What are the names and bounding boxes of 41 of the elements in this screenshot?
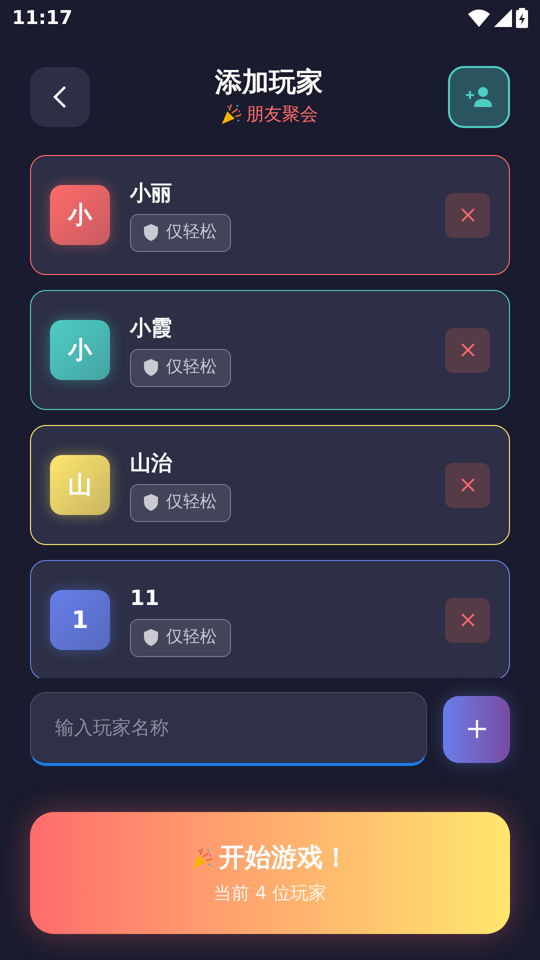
close-icon [460,613,474,627]
add-button[interactable] [443,696,510,762]
remove-button[interactable] [445,462,490,508]
shield-icon [144,494,158,512]
difficulty-label: 仅轻松 [166,491,217,514]
remove-button[interactable] [445,192,490,238]
player-avatar: 山 [50,455,110,515]
player-avatar: 小 [50,320,110,380]
shield-icon [144,359,158,376]
difficulty-label: 仅轻松 [166,221,217,244]
shield-icon [144,224,158,242]
player-count-caption: 当前 4 位玩家 [214,882,326,906]
close-icon [460,208,474,222]
back-icon [53,84,67,108]
player-avatar: 1 [50,590,110,650]
shield-icon [144,629,158,646]
remove-button[interactable] [445,598,490,642]
page-title: 添加玩家 [215,66,323,100]
player-name: 山治 [130,450,174,478]
battery-icon [516,8,528,28]
player-name: 小丽 [130,180,173,208]
close-icon [460,478,474,492]
player-name: 11 [130,585,160,612]
page-subtitle: 朋友聚会 [246,103,318,127]
name-input-field[interactable]: 输入玩家名称 [30,692,427,766]
player-avatar: 小 [50,185,110,245]
party-popper-icon [220,104,242,126]
difficulty-label: 仅轻松 [166,356,217,379]
party-popper-icon [191,848,213,870]
plus-icon [466,719,486,739]
start-game-button[interactable]: 开始游戏！ 当前 4 位玩家 [30,812,510,934]
status-time: 11:17 [12,6,72,31]
difficulty-label: 仅轻松 [166,626,217,649]
start-game-label: 开始游戏！ [219,842,349,875]
signal-icon [494,9,512,27]
close-icon [460,343,474,357]
add-person-icon [464,84,494,108]
player-name: 小霞 [130,315,173,342]
wifi-icon [468,9,490,27]
remove-button[interactable] [445,328,490,372]
add-player-button[interactable] [448,66,510,128]
